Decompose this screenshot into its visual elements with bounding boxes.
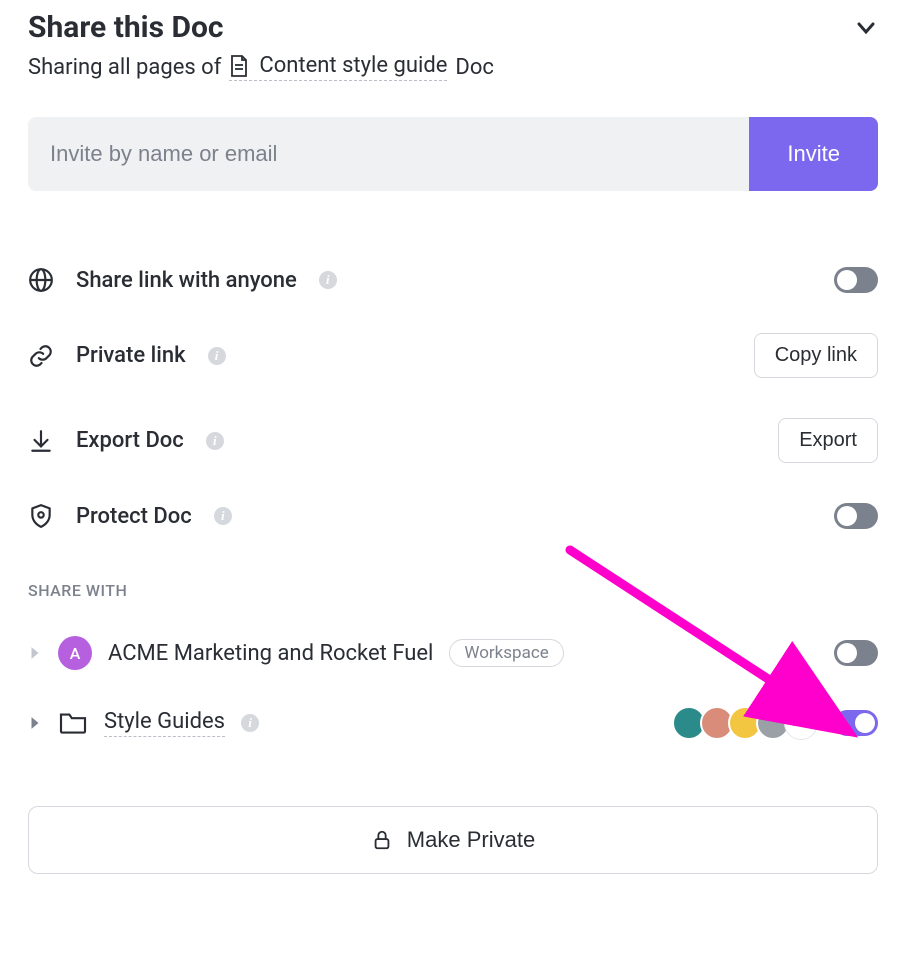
- protect-toggle[interactable]: [834, 503, 878, 529]
- private-link-label: Private link: [76, 343, 186, 368]
- info-icon[interactable]: i: [214, 507, 232, 525]
- workspace-avatar: A: [58, 636, 92, 670]
- doc-name: Content style guide: [259, 53, 447, 78]
- make-private-button[interactable]: Make Private: [28, 806, 878, 874]
- copy-link-button[interactable]: Copy link: [754, 333, 878, 378]
- caret-right-icon[interactable]: [28, 716, 42, 730]
- export-row: Export Doc i Export: [28, 398, 878, 483]
- export-button[interactable]: Export: [778, 418, 878, 463]
- private-link-row: Private link i Copy link: [28, 313, 878, 398]
- invite-input[interactable]: [28, 117, 749, 191]
- doc-icon: [229, 54, 249, 78]
- folder-icon: [58, 710, 88, 736]
- subtitle-prefix: Sharing all pages of: [28, 55, 221, 80]
- subtitle-suffix: Doc: [455, 55, 494, 80]
- protect-row: Protect Doc i: [28, 483, 878, 549]
- make-private-label: Make Private: [407, 827, 535, 853]
- export-label: Export Doc: [76, 428, 184, 453]
- caret-right-icon[interactable]: [28, 646, 42, 660]
- invite-row: Invite: [28, 117, 878, 191]
- share-link-row: Share link with anyone i: [28, 247, 878, 313]
- folder-name[interactable]: Style Guides: [104, 709, 225, 737]
- workspace-name: ACME Marketing and Rocket Fuel: [108, 641, 433, 666]
- download-icon: [28, 428, 54, 454]
- dialog-subtitle: Sharing all pages of Content style guide…: [28, 53, 878, 81]
- invite-button[interactable]: Invite: [749, 117, 878, 191]
- workspace-share-toggle[interactable]: [834, 640, 878, 666]
- shield-icon: [28, 503, 54, 529]
- lock-icon: [371, 829, 393, 851]
- info-icon[interactable]: i: [208, 347, 226, 365]
- globe-icon: [28, 267, 54, 293]
- share-folder-row: Style Guides i +18: [28, 688, 878, 758]
- avatar-more-count[interactable]: +18: [784, 706, 818, 740]
- link-icon: [28, 343, 54, 369]
- share-with-section-label: SHARE WITH: [28, 581, 878, 600]
- doc-reference[interactable]: Content style guide: [229, 53, 447, 81]
- workspace-badge: Workspace: [449, 639, 563, 667]
- folder-share-toggle[interactable]: [834, 710, 878, 736]
- info-icon[interactable]: i: [241, 714, 259, 732]
- member-avatars[interactable]: +18: [672, 706, 818, 740]
- dialog-title: Share this Doc: [28, 10, 224, 45]
- protect-label: Protect Doc: [76, 504, 192, 529]
- chevron-down-icon[interactable]: [854, 16, 878, 40]
- share-workspace-row: A ACME Marketing and Rocket Fuel Workspa…: [28, 618, 878, 688]
- share-link-label: Share link with anyone: [76, 268, 297, 293]
- share-link-toggle[interactable]: [834, 267, 878, 293]
- info-icon[interactable]: i: [206, 432, 224, 450]
- info-icon[interactable]: i: [319, 271, 337, 289]
